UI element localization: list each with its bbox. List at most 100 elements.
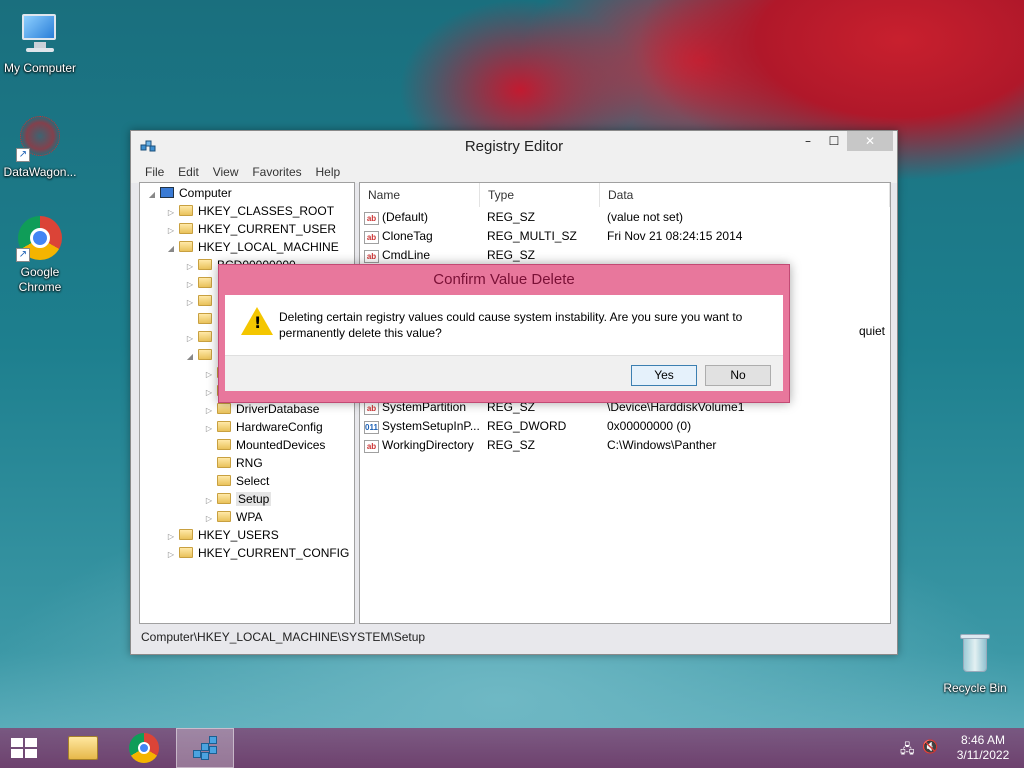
minimize-button[interactable]: – bbox=[795, 131, 821, 151]
start-button[interactable] bbox=[0, 728, 54, 768]
value-row[interactable]: ab (Default) REG_SZ (value not set) bbox=[360, 208, 890, 227]
expand-arrow-icon[interactable]: ▷ bbox=[165, 546, 177, 564]
status-bar: Computer\HKEY_LOCAL_MACHINE\SYSTEM\Setup bbox=[141, 630, 426, 644]
tree-item-system[interactable]: ◢ bbox=[184, 346, 217, 364]
dialog-body: ! Deleting certain registry values could… bbox=[225, 295, 783, 355]
tree-item-label: HKEY_CLASSES_ROOT bbox=[198, 204, 335, 218]
shortcut-arrow-icon: ↗ bbox=[16, 148, 30, 162]
desktop-icon-label: My Computer bbox=[3, 61, 77, 75]
column-header-name[interactable]: Name bbox=[360, 183, 480, 207]
column-header-type[interactable]: Type bbox=[480, 183, 600, 207]
binary-value-icon: 011 bbox=[364, 421, 379, 434]
tree-item-hkey-local-machine[interactable]: ◢ HKEY_LOCAL_MACHINE bbox=[165, 238, 339, 256]
desktop-icon-label: Google Chrome bbox=[18, 265, 62, 294]
volume-muted-icon[interactable]: 🔇 bbox=[922, 740, 938, 755]
datawagon-icon: ↗ bbox=[16, 114, 64, 162]
close-button[interactable]: ✕ bbox=[847, 131, 893, 151]
tree-item-wpa[interactable]: ▷ WPA bbox=[203, 508, 263, 526]
tree-item-computer[interactable]: ◢ Computer bbox=[146, 184, 232, 202]
tree-item-hkey-current-user[interactable]: ▷ HKEY_CURRENT_USER bbox=[165, 220, 336, 238]
tree-item-label: RNG bbox=[236, 456, 263, 470]
title-bar[interactable]: Registry Editor – ☐ ✕ bbox=[131, 131, 897, 161]
menu-bar: File Edit View Favorites Help bbox=[131, 161, 897, 183]
file-explorer-icon bbox=[68, 736, 98, 760]
folder-icon bbox=[198, 277, 212, 288]
clock[interactable]: 8:46 AM 3/11/2022 bbox=[952, 733, 1014, 763]
tree-item-label: HKEY_CURRENT_CONFIG bbox=[198, 546, 350, 560]
tree-item-label: Computer bbox=[179, 186, 232, 200]
string-value-icon: ab bbox=[364, 250, 379, 263]
network-icon[interactable]: 🖧 bbox=[900, 740, 915, 762]
tree-item-hkey-users[interactable]: ▷ HKEY_USERS bbox=[165, 526, 279, 544]
tree-item-hidden-2[interactable]: ▷ bbox=[184, 292, 217, 310]
tree-item-mounteddevices[interactable]: MountedDevices bbox=[203, 436, 325, 454]
folder-icon bbox=[217, 457, 231, 468]
folder-icon bbox=[179, 529, 193, 540]
confirm-delete-dialog: Confirm Value Delete ! Deleting certain … bbox=[218, 264, 790, 403]
no-button[interactable]: No bbox=[705, 365, 771, 386]
string-value-icon: ab bbox=[364, 231, 379, 244]
yes-button[interactable]: Yes bbox=[631, 365, 697, 386]
tree-item-hidden-1[interactable]: ▷ bbox=[184, 274, 217, 292]
clock-date: 3/11/2022 bbox=[956, 748, 1010, 762]
values-list-pane[interactable]: Name Type Data ab (Default) REG_SZ (value… bbox=[359, 182, 891, 624]
expand-arrow-icon[interactable]: ◢ bbox=[184, 348, 196, 366]
tree-item-label: HKEY_USERS bbox=[198, 528, 279, 542]
taskbar-file-explorer[interactable] bbox=[54, 728, 108, 768]
value-name: WorkingDirectory bbox=[382, 438, 474, 452]
folder-icon bbox=[198, 331, 212, 342]
taskbar-registry-editor[interactable] bbox=[176, 728, 234, 768]
maximize-button[interactable]: ☐ bbox=[821, 131, 847, 151]
value-data: 0x00000000 (0) bbox=[607, 419, 692, 433]
desktop-icon-google-chrome[interactable]: ↗ Google Chrome bbox=[0, 214, 80, 295]
tree-item-label: Setup bbox=[236, 492, 272, 506]
desktop-icon-recycle-bin[interactable]: Recycle Bin bbox=[935, 630, 1015, 696]
tree-item-label: HKEY_CURRENT_USER bbox=[198, 222, 337, 236]
tree-item-hardwareconfig[interactable]: ▷ HardwareConfig bbox=[203, 418, 323, 436]
value-row[interactable]: 011 SystemSetupInP... REG_DWORD 0x0000000… bbox=[360, 417, 890, 436]
value-type: REG_SZ bbox=[487, 210, 536, 224]
key-tree-pane[interactable]: ◢ Computer ▷ HKEY_CLASSES_ROOT ▷ HKEY_CURRE… bbox=[139, 182, 355, 624]
recycle-bin-icon bbox=[951, 630, 999, 678]
value-row[interactable]: ab WorkingDirectory REG_SZ C:\Windows\Pan… bbox=[360, 436, 890, 455]
folder-icon bbox=[217, 475, 231, 486]
expand-arrow-icon[interactable]: ◢ bbox=[165, 240, 177, 258]
menu-view[interactable]: View bbox=[209, 161, 243, 183]
taskbar-chrome[interactable] bbox=[116, 728, 170, 768]
warning-exclamation-icon: ! bbox=[254, 313, 262, 332]
chrome-icon bbox=[129, 733, 159, 763]
column-header-data[interactable]: Data bbox=[600, 183, 890, 207]
menu-file[interactable]: File bbox=[141, 161, 168, 183]
folder-icon bbox=[179, 241, 193, 252]
value-row[interactable]: ab CloneTag REG_MULTI_SZ Fri Nov 21 08:24… bbox=[360, 227, 890, 246]
string-value-icon: ab bbox=[364, 402, 379, 415]
menu-edit[interactable]: Edit bbox=[174, 161, 203, 183]
value-type: REG_SZ bbox=[487, 438, 536, 452]
tree-item-hidden-3[interactable] bbox=[184, 310, 217, 328]
desktop-icon-datawagon[interactable]: ↗ DataWagon... bbox=[0, 114, 80, 180]
desktop-icon-label: Recycle Bin bbox=[943, 681, 1007, 695]
folder-icon bbox=[198, 295, 212, 306]
value-type: REG_DWORD bbox=[487, 419, 567, 433]
value-data: C:\Windows\Panther bbox=[607, 438, 717, 452]
expand-arrow-icon[interactable]: ◢ bbox=[146, 186, 158, 204]
folder-icon bbox=[217, 511, 231, 522]
value-name: CloneTag bbox=[382, 229, 433, 243]
menu-favorites[interactable]: Favorites bbox=[248, 161, 305, 183]
tree-item-hkey-current-config[interactable]: ▷ HKEY_CURRENT_CONFIG bbox=[165, 544, 349, 562]
desktop-icon-my-computer[interactable]: My Computer bbox=[0, 10, 80, 76]
tree-item-rng[interactable]: RNG bbox=[203, 454, 263, 472]
folder-icon bbox=[217, 493, 231, 504]
tree-item-hidden-4[interactable]: ▷ bbox=[184, 328, 217, 346]
dialog-footer: Yes No bbox=[225, 355, 783, 391]
value-row[interactable]: ab CmdLine REG_SZ bbox=[360, 246, 890, 265]
tree-item-hkey-classes-root[interactable]: ▷ HKEY_CLASSES_ROOT bbox=[165, 202, 334, 220]
menu-help[interactable]: Help bbox=[312, 161, 345, 183]
dialog-message: Deleting certain registry values could c… bbox=[279, 310, 743, 340]
value-type: REG_SZ bbox=[487, 248, 536, 262]
tree-item-setup[interactable]: ▷ Setup bbox=[203, 490, 272, 508]
tree-item-label: HKEY_LOCAL_MACHINE bbox=[198, 240, 339, 254]
tree-item-select[interactable]: Select bbox=[203, 472, 269, 490]
computer-icon bbox=[160, 187, 174, 198]
value-name: (Default) bbox=[382, 210, 429, 224]
